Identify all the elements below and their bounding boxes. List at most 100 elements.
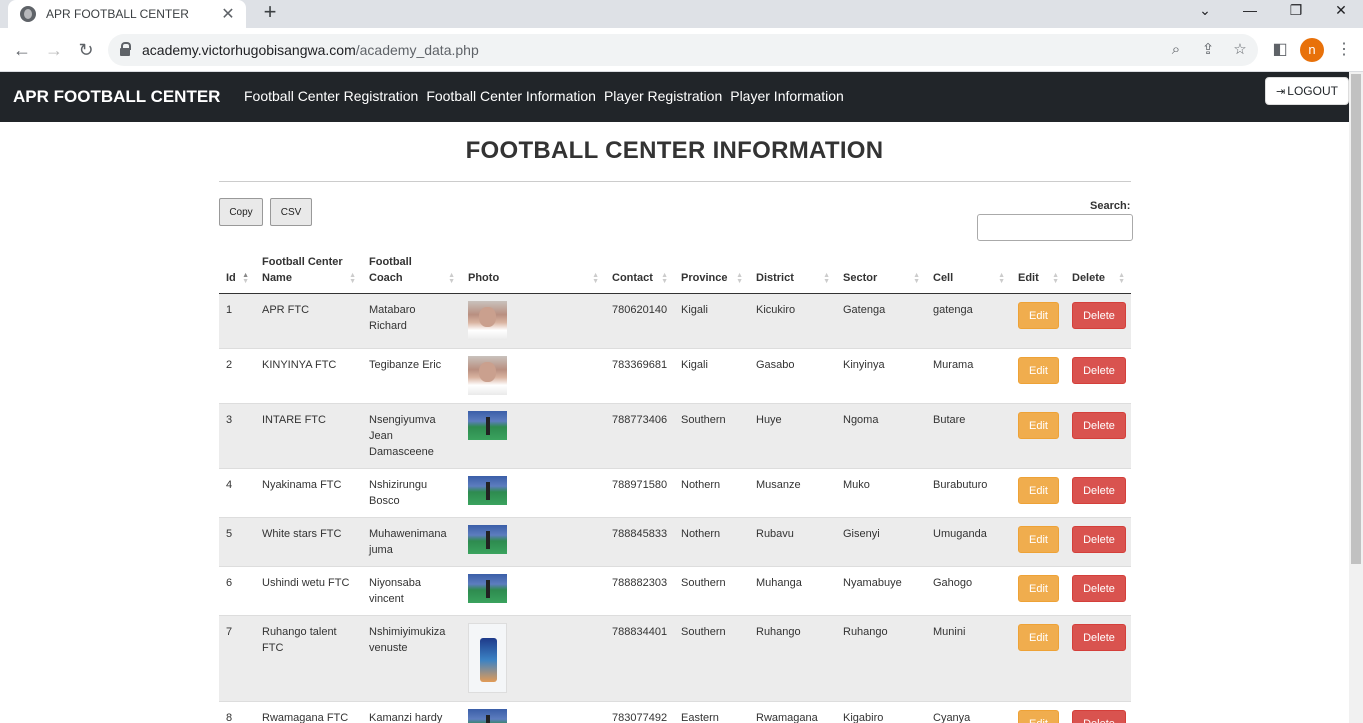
delete-button[interactable]: Delete xyxy=(1072,526,1126,553)
forward-icon[interactable]: → xyxy=(42,38,66,62)
cell-contact: 788834401 xyxy=(605,615,674,702)
cell-cell: Murama xyxy=(926,348,1011,404)
title-divider xyxy=(219,181,1131,182)
delete-button[interactable]: Delete xyxy=(1072,710,1126,723)
cell-edit: Edit xyxy=(1011,468,1065,518)
edit-button[interactable]: Edit xyxy=(1018,357,1059,384)
cell-cell: Munini xyxy=(926,615,1011,702)
nav-link-center-information[interactable]: Football Center Information xyxy=(426,88,596,104)
cell-photo xyxy=(461,468,605,518)
side-panel-icon[interactable]: ◧ xyxy=(1268,38,1292,62)
table-row: 3 INTARE FTC Nsengiyumva Jean Damasceene 78… xyxy=(219,403,1131,469)
col-header-id[interactable]: Id ▲ ▼ xyxy=(219,250,255,294)
coach-photo xyxy=(468,411,507,440)
cell-center-name: INTARE FTC xyxy=(255,403,362,469)
col-header-cell[interactable]: Cell ▲ ▼ xyxy=(926,250,1011,294)
table-row: 1 APR FTC Matabaro Richard 780620140 Kigali K… xyxy=(219,293,1131,349)
col-header-district[interactable]: District ▲ ▼ xyxy=(749,250,836,294)
new-tab-button[interactable]: + xyxy=(258,0,282,24)
delete-button[interactable]: Delete xyxy=(1072,412,1126,439)
delete-button[interactable]: Delete xyxy=(1072,575,1126,602)
search-input[interactable] xyxy=(977,214,1133,241)
profile-avatar[interactable]: n xyxy=(1300,38,1324,62)
edit-button[interactable]: Edit xyxy=(1018,302,1059,329)
cell-center-name: White stars FTC xyxy=(255,517,362,567)
cell-cell: gatenga xyxy=(926,293,1011,349)
logout-button[interactable]: ⇥ LOGOUT xyxy=(1265,77,1349,105)
cell-district: Kicukiro xyxy=(749,293,836,349)
copy-button[interactable]: Copy xyxy=(219,198,263,226)
nav-link-player-registration[interactable]: Player Registration xyxy=(604,88,722,104)
cell-contact: 783077492 xyxy=(605,701,674,723)
edit-button[interactable]: Edit xyxy=(1018,412,1059,439)
cell-delete: Delete xyxy=(1065,468,1131,518)
nav-link-player-information[interactable]: Player Information xyxy=(730,88,844,104)
page-scrollbar[interactable] xyxy=(1349,72,1363,723)
delete-button[interactable]: Delete xyxy=(1072,624,1126,651)
restore-button[interactable]: ❐ xyxy=(1274,0,1318,22)
edit-button[interactable]: Edit xyxy=(1018,477,1059,504)
table-row: 2 KINYINYA FTC Tegibanze Eric 783369681 Kiga… xyxy=(219,348,1131,404)
reload-icon[interactable]: ↻ xyxy=(74,38,98,62)
col-header-edit[interactable]: Edit ▲ ▼ xyxy=(1011,250,1065,294)
edit-button[interactable]: Edit xyxy=(1018,624,1059,651)
cell-district: Gasabo xyxy=(749,348,836,404)
cell-contact: 780620140 xyxy=(605,293,674,349)
edit-button[interactable]: Edit xyxy=(1018,710,1059,723)
cell-edit: Edit xyxy=(1011,293,1065,349)
page-viewport: APR FOOTBALL CENTER Football Center Regi… xyxy=(0,72,1349,723)
cell-delete: Delete xyxy=(1065,403,1131,469)
site-brand[interactable]: APR FOOTBALL CENTER xyxy=(13,87,220,107)
globe-icon xyxy=(20,6,36,22)
nav-link-center-registration[interactable]: Football Center Registration xyxy=(244,88,418,104)
cell-coach: Muhawenimana juma xyxy=(362,517,461,567)
menu-kebab-icon[interactable]: ⋮ xyxy=(1332,38,1356,62)
cell-district: Rubavu xyxy=(749,517,836,567)
cell-district: Musanze xyxy=(749,468,836,518)
cell-sector: Ruhango xyxy=(836,615,926,702)
table-row: 5 White stars FTC Muhawenimana juma 7888458… xyxy=(219,517,1131,567)
close-window-button[interactable]: ✕ xyxy=(1319,0,1363,22)
share-icon[interactable]: ⇪ xyxy=(1198,40,1218,60)
sort-icon: ▲ ▼ xyxy=(1118,272,1125,285)
cell-id: 7 xyxy=(219,615,255,702)
sort-icon: ▲ ▼ xyxy=(242,272,249,285)
cell-id: 8 xyxy=(219,701,255,723)
col-header-contact[interactable]: Contact ▲ ▼ xyxy=(605,250,674,294)
browser-tab[interactable]: APR FOOTBALL CENTER ✕ xyxy=(8,0,246,28)
tab-search-icon[interactable]: ⌄ xyxy=(1183,0,1227,22)
col-header-province[interactable]: Province ▲ ▼ xyxy=(674,250,749,294)
close-tab-icon[interactable]: ✕ xyxy=(220,4,236,24)
col-header-sector[interactable]: Sector ▲ ▼ xyxy=(836,250,926,294)
sort-icon: ▲ ▼ xyxy=(592,272,599,285)
col-header-delete[interactable]: Delete ▲ ▼ xyxy=(1065,250,1131,294)
cell-id: 6 xyxy=(219,566,255,616)
edit-button[interactable]: Edit xyxy=(1018,575,1059,602)
address-bar[interactable]: academy.victorhugobisangwa.com/academy_d… xyxy=(108,34,1258,66)
table-body: 1 APR FTC Matabaro Richard 780620140 Kigali K… xyxy=(219,293,1131,723)
cell-center-name: Nyakinama FTC xyxy=(255,468,362,518)
delete-button[interactable]: Delete xyxy=(1072,477,1126,504)
sort-icon: ▲ ▼ xyxy=(998,272,1005,285)
back-icon[interactable]: ← xyxy=(10,38,34,62)
edit-button[interactable]: Edit xyxy=(1018,526,1059,553)
col-header-photo[interactable]: Photo ▲ ▼ xyxy=(461,250,605,294)
cell-sector: Gisenyi xyxy=(836,517,926,567)
delete-button[interactable]: Delete xyxy=(1072,357,1126,384)
coach-photo xyxy=(468,476,507,505)
scrollbar-thumb[interactable] xyxy=(1351,74,1361,564)
sort-icon: ▲ ▼ xyxy=(736,272,743,285)
col-header-coach[interactable]: Football Coach ▲ ▼ xyxy=(362,250,461,294)
bookmark-star-icon[interactable]: ☆ xyxy=(1230,40,1250,60)
cell-photo xyxy=(461,701,605,723)
cell-province: Southern xyxy=(674,566,749,616)
delete-button[interactable]: Delete xyxy=(1072,302,1126,329)
cell-coach: Tegibanze Eric xyxy=(362,348,461,404)
cell-delete: Delete xyxy=(1065,348,1131,404)
cell-contact: 783369681 xyxy=(605,348,674,404)
zoom-icon[interactable]: ⌕ xyxy=(1166,40,1186,60)
minimize-button[interactable]: — xyxy=(1228,0,1272,22)
csv-button[interactable]: CSV xyxy=(270,198,312,226)
sort-icon: ▲ ▼ xyxy=(448,272,455,285)
col-header-name[interactable]: Football Center Name ▲ ▼ xyxy=(255,250,362,294)
